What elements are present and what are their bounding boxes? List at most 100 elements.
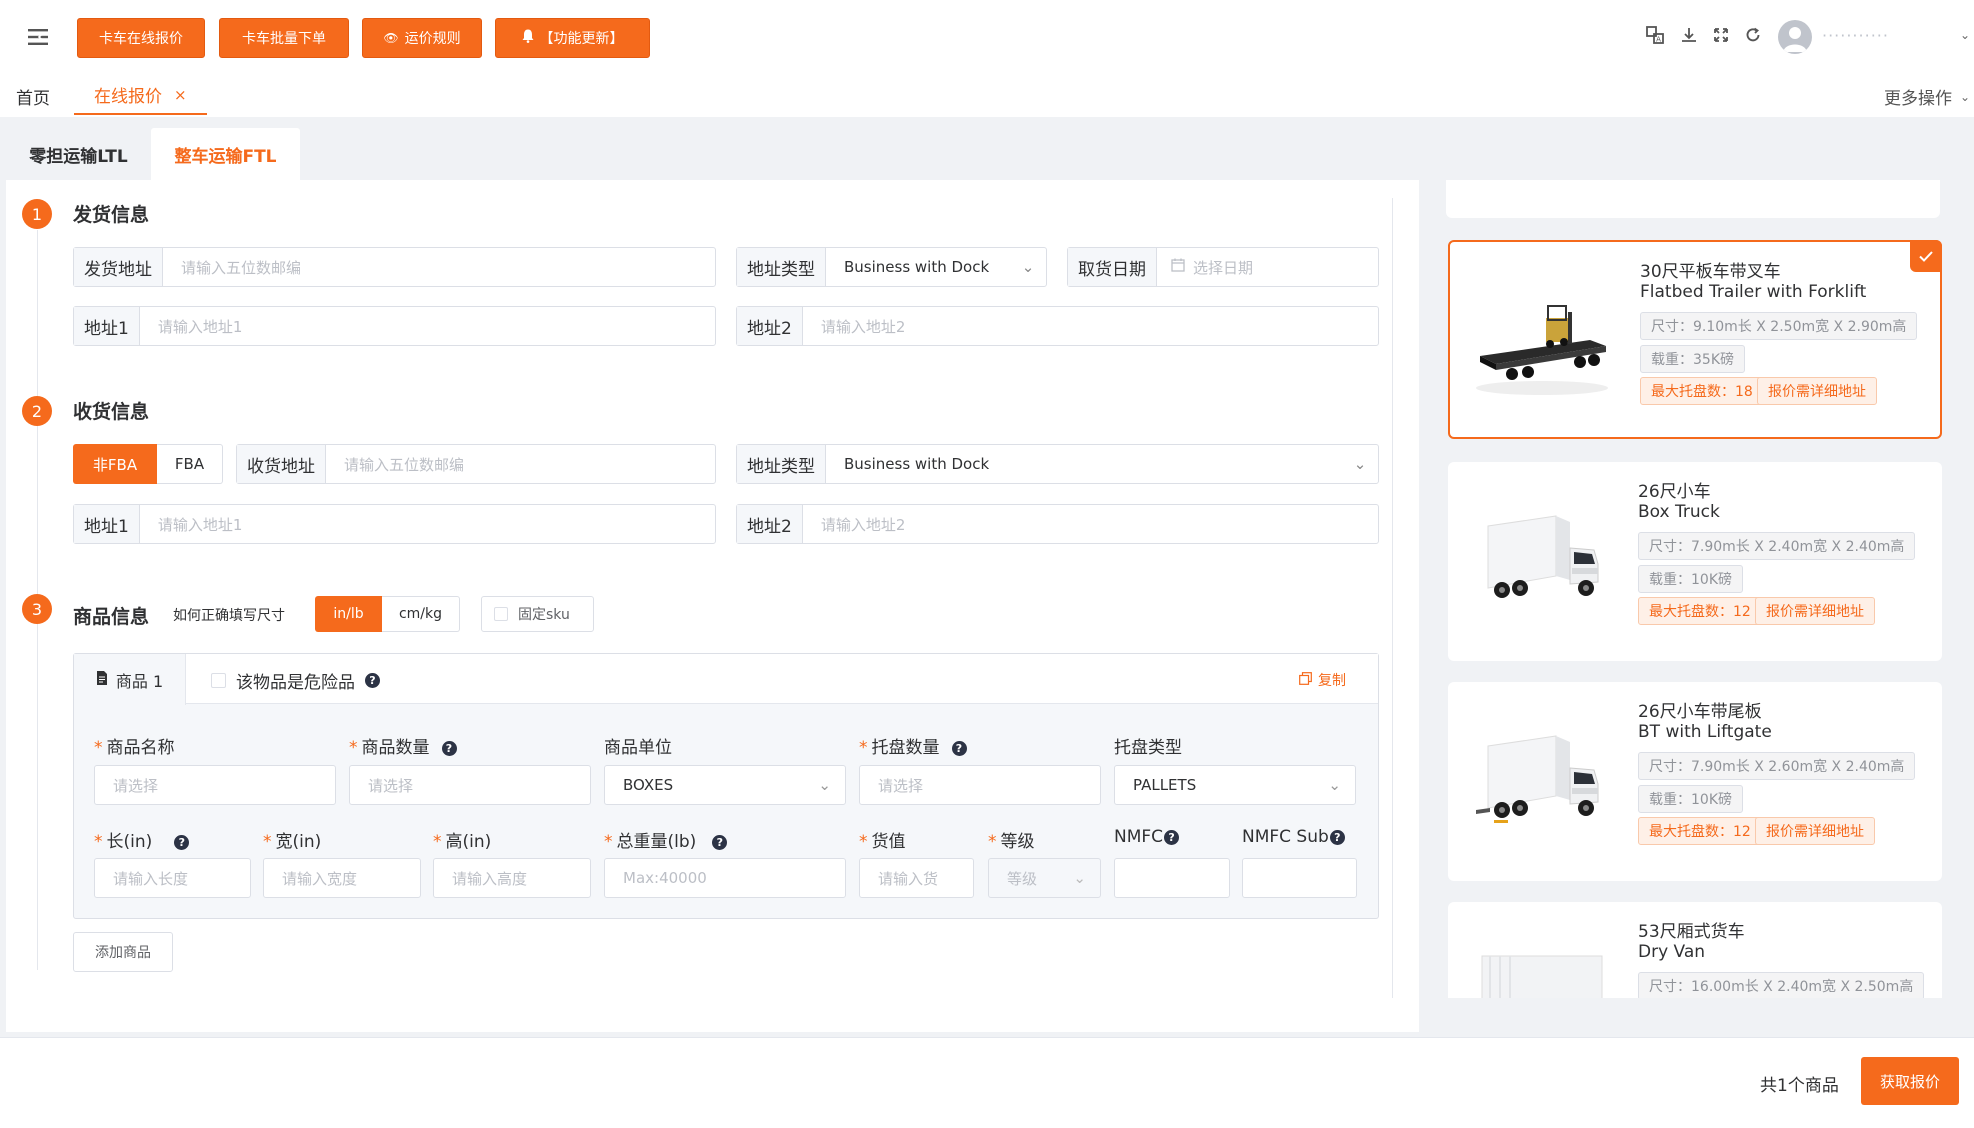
help-icon[interactable]: ?	[951, 740, 967, 756]
qty-label-text: 商品数量	[361, 738, 430, 758]
chevron-down-icon: ⌄	[1021, 258, 1035, 276]
shipper-address2-input[interactable]: 请输入地址2	[803, 307, 1378, 345]
pickup-date-input[interactable]: 选择日期	[1157, 248, 1378, 286]
pallet-qty-input[interactable]: 请选择	[859, 765, 1101, 805]
download-icon[interactable]	[1678, 24, 1700, 46]
fixed-sku-checkbox[interactable]: 固定sku	[481, 596, 594, 632]
shipper-address1-input[interactable]: 请输入地址1	[140, 307, 715, 345]
length-input[interactable]: 请输入长度	[94, 858, 251, 898]
pallet-qty-label: * 托盘数量?	[859, 733, 967, 758]
nmfc-input[interactable]	[1114, 858, 1230, 898]
help-icon[interactable]: ?	[1164, 829, 1180, 845]
menu-toggle-icon[interactable]	[28, 28, 50, 46]
receiver-address1-field[interactable]: 地址1 请输入地址1	[73, 504, 716, 544]
svg-text:A: A	[1656, 36, 1661, 44]
truck-pallets-tag: 最大托盘数：18	[1640, 377, 1764, 405]
receiver-address2-field[interactable]: 地址2 请输入地址2	[736, 504, 1379, 544]
name-label: * 商品名称	[94, 738, 175, 758]
truck-size-tag: 尺寸：9.10m长 X 2.50m宽 X 2.90m高	[1640, 312, 1918, 340]
tab-ltl[interactable]: 零担运输LTL	[6, 128, 151, 180]
add-product-button[interactable]: 添加商品	[73, 932, 173, 972]
copy-icon	[1299, 671, 1312, 689]
truck-size-tag: 尺寸：16.00m长 X 2.40m宽 X 2.50m高	[1638, 972, 1925, 998]
receiver-type-select[interactable]: 地址类型 Business with Dock ⌄	[736, 444, 1379, 484]
freight-rules-button[interactable]: 👁 运价规则	[362, 18, 482, 58]
truck-cn-name: 26尺小车	[1638, 482, 1711, 502]
fba-toggle[interactable]: FBA	[157, 444, 223, 484]
truck-card-flatbed[interactable]: 30尺平板车带叉车 Flatbed Trailer with Forklift …	[1448, 240, 1942, 439]
width-input[interactable]: 请输入宽度	[263, 858, 421, 898]
user-chevron-down-icon[interactable]: ⌄	[1960, 28, 1970, 42]
grade-select[interactable]: 等级 ⌄	[988, 858, 1101, 898]
truck-list-panel: 30尺平板车带叉车 Flatbed Trailer with Forklift …	[1427, 180, 1959, 998]
dangerous-goods-checkbox[interactable]: 该物品是危险品 ?	[211, 668, 380, 693]
nmfc-label: NMFC?	[1114, 827, 1180, 847]
nmfc-label-text: NMFC	[1114, 827, 1164, 847]
truck-online-quote-button[interactable]: 卡车在线报价	[77, 18, 205, 58]
name-label-text: 商品名称	[106, 738, 175, 758]
receiver-address1-input[interactable]: 请输入地址1	[140, 505, 715, 543]
truck-pallets-tag: 最大托盘数：12	[1638, 817, 1762, 845]
goods-section-title: 商品信息	[73, 606, 150, 628]
product-tab-1[interactable]: 商品 1	[74, 654, 186, 705]
translate-icon[interactable]: A	[1644, 24, 1666, 46]
value-input[interactable]: 请输入货	[859, 858, 974, 898]
truck-card-dry-van[interactable]: 53尺厢式货车 Dry Van 尺寸：16.00m长 X 2.40m宽 X 2.…	[1448, 902, 1942, 998]
receiver-address2-input[interactable]: 请输入地址2	[803, 505, 1378, 543]
flatbed-forklift-image	[1472, 282, 1612, 402]
pickup-date-field[interactable]: 取货日期 选择日期	[1067, 247, 1379, 287]
unit-cm-kg-toggle[interactable]: cm/kg	[382, 596, 460, 632]
truck-online-quote-label: 卡车在线报价	[99, 31, 183, 47]
avatar[interactable]	[1778, 20, 1812, 54]
form-divider	[1392, 198, 1393, 998]
truck-batch-order-button[interactable]: 卡车批量下单	[219, 18, 349, 58]
tab-online-quote[interactable]: 在线报价 ×	[74, 76, 207, 115]
username[interactable]: ···········	[1822, 26, 1889, 45]
pallet-type-select[interactable]: PALLETS ⌄	[1114, 765, 1356, 805]
name-select[interactable]: 请选择	[94, 765, 336, 805]
refresh-icon[interactable]	[1742, 24, 1764, 46]
non-fba-toggle[interactable]: 非FBA	[73, 444, 157, 484]
footer-bar	[0, 1037, 1974, 1128]
truck-card-liftgate[interactable]: 26尺小车带尾板 BT with Liftgate 尺寸：7.90m长 X 2.…	[1448, 682, 1942, 881]
tab-close-icon[interactable]: ×	[174, 86, 187, 104]
help-icon[interactable]: ?	[365, 673, 380, 688]
shipper-address-field[interactable]: 发货地址 请输入五位数邮编	[73, 247, 716, 287]
pallet-type-value: PALLETS	[1133, 776, 1197, 794]
get-quote-button[interactable]: 获取报价	[1861, 1057, 1959, 1105]
chevron-down-icon: ⌄	[1353, 455, 1367, 473]
unit-in-lb-toggle[interactable]: in/lb	[315, 596, 382, 632]
receiver-address-field[interactable]: 收货地址 请输入五位数邮编	[236, 444, 716, 484]
feature-update-button[interactable]: 【功能更新】	[495, 18, 650, 58]
shipper-address2-field[interactable]: 地址2 请输入地址2	[736, 306, 1379, 346]
more-actions-menu[interactable]: 更多操作 ⌄	[1884, 84, 1970, 109]
nmfc-sub-input[interactable]	[1242, 858, 1357, 898]
height-input[interactable]: 请输入高度	[433, 858, 591, 898]
qty-input[interactable]: 请选择	[349, 765, 591, 805]
shipper-address-input[interactable]: 请输入五位数邮编	[163, 248, 715, 286]
shipper-address2-label: 地址2	[737, 307, 803, 345]
truck-size-tag: 尺寸：7.90m长 X 2.40m宽 X 2.40m高	[1638, 532, 1916, 560]
truck-en-name: BT with Liftgate	[1638, 722, 1772, 742]
fullscreen-icon[interactable]	[1710, 24, 1732, 46]
shipper-type-label: 地址类型	[737, 248, 826, 286]
truck-cn-name: 30尺平板车带叉车	[1640, 262, 1781, 282]
weight-input[interactable]: Max:40000	[604, 858, 846, 898]
shipper-address1-field[interactable]: 地址1 请输入地址1	[73, 306, 716, 346]
copy-product-button[interactable]: 复制	[1299, 670, 1346, 690]
size-help-link[interactable]: 如何正确填写尺寸	[173, 605, 285, 625]
truck-card-box-truck[interactable]: 26尺小车 Box Truck 尺寸：7.90m长 X 2.40m宽 X 2.4…	[1448, 462, 1942, 661]
step-2-badge: 2	[22, 396, 52, 426]
shipper-type-select[interactable]: 地址类型 Business with Dock ⌄	[736, 247, 1047, 287]
help-icon[interactable]: ?	[712, 834, 728, 850]
tab-ftl[interactable]: 整车运输FTL	[151, 128, 300, 180]
length-label: * 长(in)?	[94, 827, 190, 852]
help-icon[interactable]: ?	[1329, 829, 1345, 845]
help-icon[interactable]: ?	[174, 834, 190, 850]
unit-select[interactable]: BOXES ⌄	[604, 765, 846, 805]
help-icon[interactable]: ?	[441, 740, 457, 756]
truck-note-tag: 报价需详细地址	[1757, 377, 1877, 405]
tab-home[interactable]: 首页	[16, 84, 50, 109]
shipper-address-label: 发货地址	[74, 248, 163, 286]
receiver-address-input[interactable]: 请输入五位数邮编	[326, 445, 715, 483]
